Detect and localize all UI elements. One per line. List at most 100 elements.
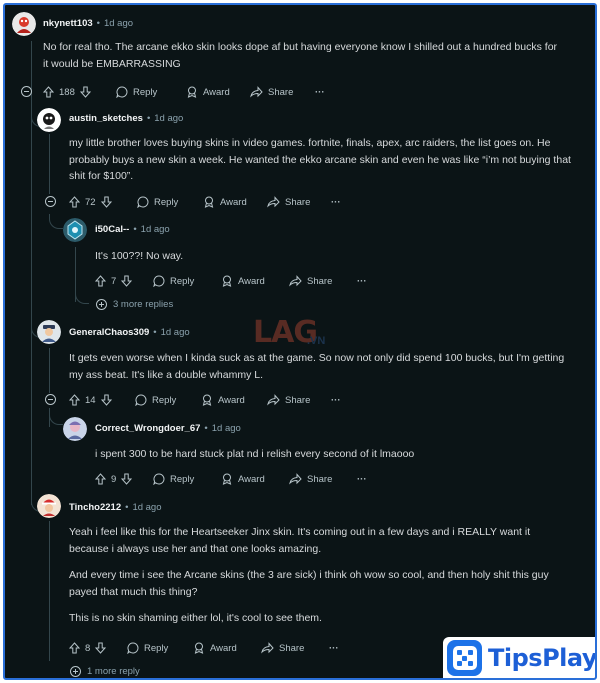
avatar[interactable] [12, 12, 36, 36]
reply-button[interactable]: Reply [153, 472, 194, 486]
award-icon [187, 86, 197, 98]
vote-score: 188 [59, 86, 75, 98]
timestamp[interactable]: 1d ago [104, 18, 133, 29]
thread-line[interactable] [31, 85, 32, 505]
upvote-icon[interactable] [95, 473, 106, 485]
share-button[interactable]: Share [289, 472, 332, 486]
more-options-button[interactable]: ··· [329, 641, 339, 655]
award-button[interactable]: Award [201, 393, 245, 407]
award-button[interactable]: Award [193, 641, 237, 655]
timestamp[interactable]: 1d ago [132, 502, 161, 513]
upvote-icon[interactable] [69, 642, 80, 654]
comment-body: Yeah i feel like this for the Heartseeke… [69, 526, 549, 624]
award-icon [222, 275, 232, 287]
reply-button[interactable]: Reply [127, 641, 168, 655]
downvote-icon[interactable] [79, 86, 91, 98]
downvote-icon[interactable] [95, 642, 107, 654]
comment-body: No for real tho. The arcane ekko skin lo… [43, 41, 558, 70]
avatar[interactable] [63, 218, 87, 242]
comment-bubble-icon [137, 196, 149, 208]
share-button[interactable]: Share [267, 195, 310, 209]
comment-meta: i50Cal-- • 1d ago [95, 224, 170, 235]
timestamp[interactable]: 1d ago [154, 113, 183, 124]
reply-button[interactable]: Reply [116, 85, 157, 99]
avatar[interactable] [37, 108, 61, 132]
thread-line[interactable] [49, 521, 50, 661]
upvote-icon[interactable] [69, 394, 80, 406]
more-replies-link[interactable]: 1 more reply [70, 666, 140, 677]
username[interactable]: GeneralChaos309 [69, 327, 149, 338]
share-icon [261, 642, 274, 654]
more-options-button[interactable]: ··· [357, 472, 367, 486]
upvote-icon[interactable] [95, 275, 106, 287]
timestamp[interactable]: 1d ago [161, 327, 190, 338]
award-icon [202, 394, 212, 406]
downvote-icon[interactable] [121, 275, 133, 287]
comment-bubble-icon [153, 275, 165, 287]
upvote-icon[interactable] [43, 86, 54, 98]
collapse-thread-button[interactable] [45, 394, 56, 405]
award-icon [222, 473, 232, 485]
award-button[interactable]: Award [221, 274, 265, 288]
comment-body: i spent 300 to be hard stuck plat nd i r… [95, 448, 415, 460]
vote-score: 14 [85, 394, 96, 406]
share-button[interactable]: Share [261, 641, 304, 655]
comment-body: my little brother loves buying skins in … [69, 137, 571, 182]
comment-meta: austin_sketches • 1d ago [69, 113, 184, 124]
comment-thread: LAG .VN nkynett103 • 1d ago No for real tho… [3, 3, 597, 680]
award-button[interactable]: Award [186, 85, 230, 99]
collapse-thread-button[interactable] [21, 86, 32, 97]
more-options-button[interactable]: ··· [315, 85, 325, 99]
vote-score: 72 [85, 196, 96, 208]
more-options-button[interactable]: ··· [331, 393, 341, 407]
expand-plus-icon [96, 299, 107, 310]
share-icon [267, 196, 280, 208]
avatar[interactable] [63, 417, 87, 441]
comment-bubble-icon [153, 473, 165, 485]
thread-line[interactable] [49, 348, 50, 393]
share-icon [289, 275, 302, 287]
tipsplay-logo-icon [447, 640, 483, 676]
vote-score: 8 [85, 642, 91, 654]
username[interactable]: Correct_Wrongdoer_67 [95, 423, 200, 434]
share-icon [250, 86, 263, 98]
thread-line[interactable] [49, 134, 50, 194]
comment-meta: Correct_Wrongdoer_67 • 1d ago [95, 423, 241, 434]
share-icon [267, 394, 280, 406]
comment-meta: GeneralChaos309 • 1d ago [69, 327, 190, 338]
reply-button[interactable]: Reply [153, 274, 194, 288]
collapse-thread-button[interactable] [45, 196, 56, 207]
comment-bubble-icon [135, 394, 147, 406]
username[interactable]: i50Cal-- [95, 224, 129, 235]
share-button[interactable]: Share [267, 393, 310, 407]
reply-button[interactable]: Reply [137, 195, 178, 209]
avatar[interactable] [37, 320, 61, 344]
vote-score: 9 [111, 473, 117, 485]
comment-bubble-icon [127, 642, 139, 654]
more-replies-link[interactable]: 3 more replies [96, 299, 173, 310]
share-icon [289, 473, 302, 485]
avatar[interactable] [37, 494, 61, 518]
upvote-icon[interactable] [69, 196, 80, 208]
username[interactable]: Tincho2212 [69, 502, 121, 513]
award-button[interactable]: Award [221, 472, 265, 486]
more-options-button[interactable]: ··· [331, 195, 341, 209]
thread-line[interactable] [31, 41, 32, 85]
username[interactable]: austin_sketches [69, 113, 143, 124]
reply-button[interactable]: Reply [135, 393, 176, 407]
downvote-icon[interactable] [121, 473, 133, 485]
share-button[interactable]: Share [250, 85, 293, 99]
timestamp[interactable]: 1d ago [212, 423, 241, 434]
downvote-icon[interactable] [100, 394, 112, 406]
share-button[interactable]: Share [289, 274, 332, 288]
brand-name: TipsPlay [488, 644, 597, 672]
award-button[interactable]: Award [203, 195, 247, 209]
more-options-button[interactable]: ··· [357, 274, 367, 288]
timestamp[interactable]: 1d ago [141, 224, 170, 235]
username[interactable]: nkynett103 [43, 18, 93, 29]
award-icon [204, 196, 214, 208]
downvote-icon[interactable] [100, 196, 112, 208]
award-icon [194, 642, 204, 654]
comment-meta: nkynett103 • 1d ago [43, 18, 134, 29]
comment-bubble-icon [116, 86, 128, 98]
